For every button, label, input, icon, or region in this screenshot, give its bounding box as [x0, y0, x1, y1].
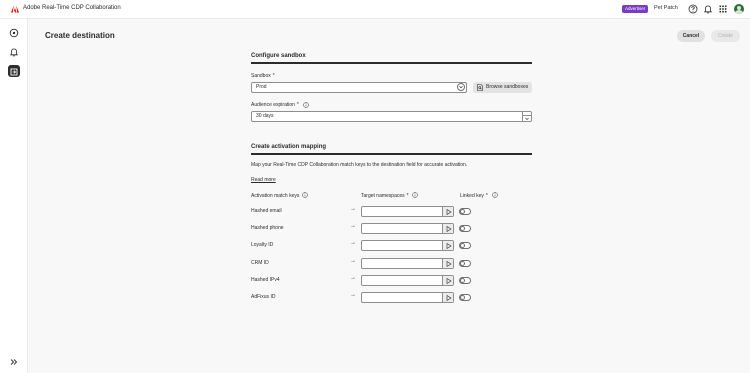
match-key-label: AdFixus ID	[251, 294, 276, 300]
toggle-knob	[460, 261, 465, 266]
role-badge: Advertiser	[622, 5, 649, 13]
toggle-knob	[460, 226, 465, 231]
chevron-down-icon[interactable]	[457, 83, 465, 91]
select-pointer-icon	[446, 294, 452, 301]
expiration-value: 30 days	[256, 113, 274, 119]
info-icon[interactable]	[492, 192, 498, 198]
bell-icon[interactable]	[703, 4, 713, 14]
target-namespace-input[interactable]	[361, 292, 454, 303]
sandbox-value: Prod	[256, 84, 267, 90]
left-rail	[0, 19, 28, 373]
read-more-link[interactable]: Read more	[251, 177, 276, 183]
help-icon[interactable]	[688, 4, 698, 14]
home-icon[interactable]	[9, 28, 19, 38]
company-name[interactable]: Pet Patch	[654, 5, 678, 11]
select-pointer-icon	[446, 225, 452, 232]
match-key-label: Loyalty ID	[251, 242, 274, 248]
destinations-icon[interactable]	[8, 65, 20, 77]
select-pointer-icon	[446, 277, 452, 284]
select-pointer-icon	[446, 208, 452, 215]
match-key-label: Hashed IPv4	[251, 277, 280, 283]
browse-sandboxes-button[interactable]: Browse sandboxes	[473, 82, 532, 93]
match-key-label: CRM ID	[251, 260, 269, 266]
toggle-knob	[460, 295, 465, 300]
arrow-right-icon: →	[350, 240, 356, 246]
match-key-label: Hashed phone	[251, 225, 284, 231]
col-linked-key: Linked key *	[460, 193, 488, 199]
chevron-down-icon[interactable]	[525, 117, 529, 121]
top-bar: Adobe Real-Time CDP Collaboration Advert…	[0, 0, 750, 19]
info-icon[interactable]	[412, 192, 418, 198]
stepper-buttons	[522, 112, 531, 121]
linked-key-toggle[interactable]	[459, 208, 471, 215]
page-title: Create destination	[45, 31, 115, 40]
user-avatar[interactable]	[734, 4, 744, 14]
increment-button[interactable]	[523, 112, 531, 116]
mapping-description: Map your Real-Time CDP Collaboration mat…	[251, 162, 468, 168]
target-namespace-input[interactable]	[361, 275, 454, 286]
audience-expiration-label: Audience expiration *	[251, 102, 299, 108]
section-divider	[251, 153, 532, 155]
toggle-knob	[460, 209, 465, 214]
namespace-picker-button[interactable]	[442, 241, 453, 250]
info-icon[interactable]	[303, 102, 309, 108]
configure-sandbox-heading: Configure sandbox	[251, 53, 306, 59]
match-key-label: Hashed email	[251, 208, 282, 214]
section-divider	[251, 62, 532, 64]
linked-key-toggle[interactable]	[459, 225, 471, 232]
linked-key-toggle[interactable]	[459, 294, 471, 301]
arrow-right-icon: →	[350, 223, 356, 229]
target-namespace-input[interactable]	[361, 240, 454, 251]
document-search-icon	[477, 84, 483, 91]
arrow-right-icon: →	[350, 275, 356, 281]
target-namespace-input[interactable]	[361, 223, 454, 234]
namespace-picker-button[interactable]	[442, 276, 453, 285]
bell-icon[interactable]	[9, 47, 19, 57]
select-pointer-icon	[446, 242, 452, 249]
arrow-right-icon: →	[350, 292, 356, 298]
apps-grid-icon[interactable]	[718, 4, 728, 14]
namespace-picker-button[interactable]	[442, 259, 453, 268]
cancel-button[interactable]: Cancel	[677, 30, 705, 42]
adobe-logo-icon[interactable]	[11, 5, 19, 13]
arrow-right-icon: →	[350, 206, 356, 212]
sandbox-select[interactable]: Prod	[251, 82, 467, 93]
arrow-right-icon: →	[350, 258, 356, 264]
audience-expiration-stepper[interactable]: 30 days	[251, 111, 532, 122]
target-namespace-input[interactable]	[361, 258, 454, 269]
expand-icon[interactable]	[9, 357, 19, 367]
select-pointer-icon	[446, 260, 452, 267]
namespace-picker-button[interactable]	[442, 293, 453, 302]
col-activation-match-keys: Activation match keys	[251, 193, 300, 199]
info-icon[interactable]	[302, 192, 308, 198]
browse-sandboxes-label: Browse sandboxes	[486, 84, 529, 90]
linked-key-toggle[interactable]	[459, 260, 471, 267]
col-target-namespaces: Target namespaces *	[361, 193, 409, 199]
linked-key-toggle[interactable]	[459, 277, 471, 284]
toggle-knob	[460, 243, 465, 248]
activation-mapping-heading: Create activation mapping	[251, 144, 327, 150]
namespace-picker-button[interactable]	[442, 207, 453, 216]
create-button[interactable]: Create	[711, 30, 740, 42]
app-title[interactable]: Adobe Real-Time CDP Collaboration	[23, 5, 121, 11]
target-namespace-input[interactable]	[361, 206, 454, 217]
sandbox-label: Sandbox *	[251, 73, 275, 79]
toggle-knob	[460, 278, 465, 283]
linked-key-toggle[interactable]	[459, 242, 471, 249]
namespace-picker-button[interactable]	[442, 224, 453, 233]
